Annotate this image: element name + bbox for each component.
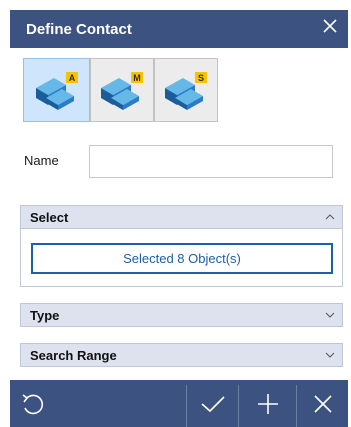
cancel-x-icon <box>313 394 332 413</box>
select-section-header[interactable]: Select <box>20 205 343 229</box>
ok-button[interactable] <box>187 380 238 427</box>
cancel-button[interactable] <box>297 380 348 427</box>
close-icon[interactable] <box>319 15 341 37</box>
svg-text:S: S <box>198 73 204 83</box>
chevron-up-icon <box>325 214 335 220</box>
reset-icon <box>22 393 44 414</box>
dialog-footer <box>10 380 348 427</box>
name-input[interactable] <box>89 145 333 178</box>
add-button[interactable] <box>239 380 296 427</box>
svg-text:M: M <box>133 73 141 83</box>
svg-text:A: A <box>68 73 75 83</box>
chevron-down-icon <box>325 352 335 358</box>
search-range-section-header[interactable]: Search Range <box>20 343 343 367</box>
contact-surface-icon: S <box>165 72 207 110</box>
reset-button[interactable] <box>10 380 54 427</box>
select-section-body: Selected 8 Object(s) <box>20 229 343 287</box>
ok-check-icon <box>200 395 225 412</box>
mode-button-surface[interactable]: S <box>154 58 218 122</box>
mode-button-manual[interactable]: M <box>90 58 154 122</box>
type-section-header[interactable]: Type <box>20 303 343 327</box>
contact-auto-icon: A <box>35 72 78 110</box>
add-plus-icon <box>257 393 278 414</box>
dialog-title: Define Contact <box>26 21 132 38</box>
name-label: Name <box>24 153 59 168</box>
type-section-title: Type <box>30 308 60 323</box>
select-section-title: Select <box>30 210 69 225</box>
search-range-section-title: Search Range <box>30 348 117 363</box>
contact-manual-icon: M <box>101 72 143 110</box>
selected-objects-button[interactable]: Selected 8 Object(s) <box>31 243 333 274</box>
chevron-down-icon <box>325 312 335 318</box>
dialog-titlebar: Define Contact <box>10 10 348 48</box>
mode-button-auto[interactable]: A <box>23 58 90 122</box>
